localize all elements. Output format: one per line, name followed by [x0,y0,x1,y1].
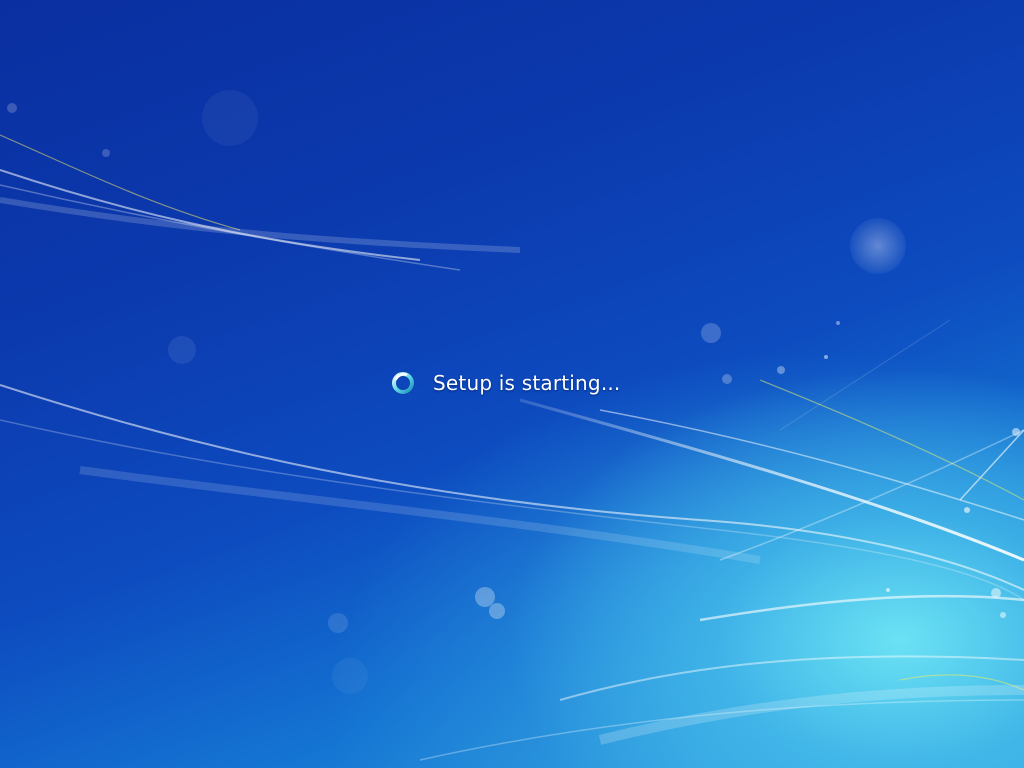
setup-background: Setup is starting... [0,0,1024,768]
status-text: Setup is starting... [433,371,621,395]
setup-status: Setup is starting... [390,368,621,398]
busy-spinner-icon [390,370,416,396]
